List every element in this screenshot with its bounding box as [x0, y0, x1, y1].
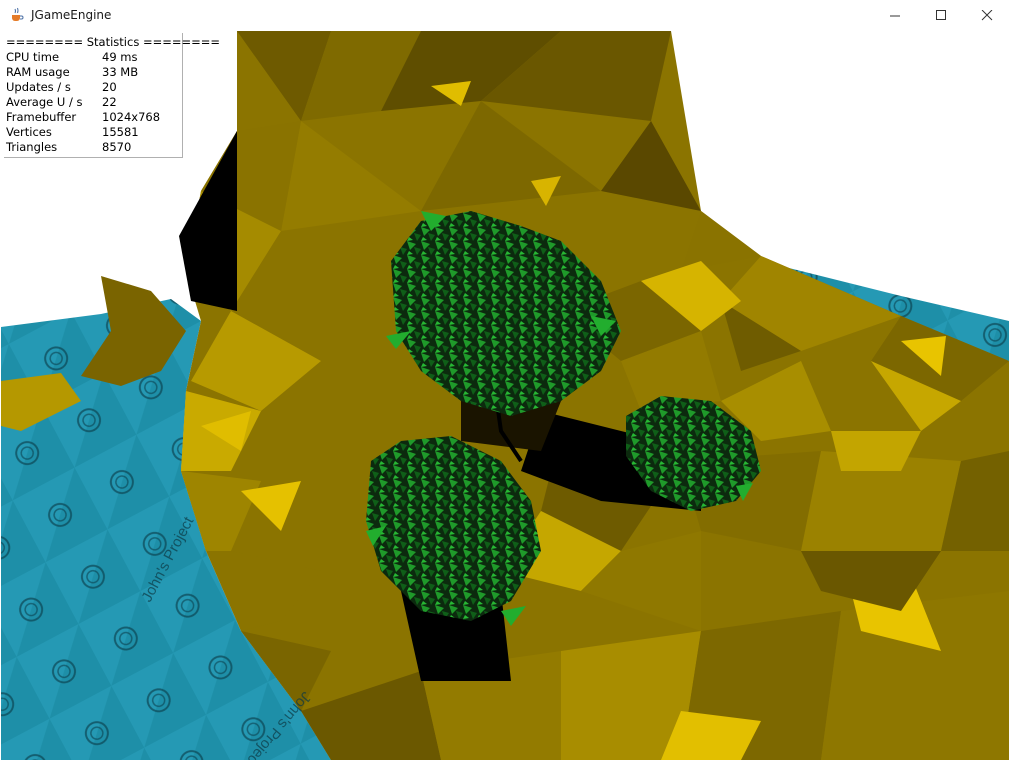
window-title: JGameEngine	[31, 8, 112, 22]
window-titlebar[interactable]: JGameEngine	[0, 0, 1010, 31]
close-icon	[981, 10, 993, 21]
stat-label: Vertices	[6, 125, 52, 139]
minimize-icon	[890, 15, 900, 17]
stat-row-cpu-time: CPU time 49 ms	[6, 50, 181, 65]
stat-value: 15581	[102, 125, 139, 139]
stat-label: CPU time	[6, 50, 60, 64]
stat-value: 1024x768	[102, 110, 161, 124]
stat-row-vertices: Vertices 15581	[6, 125, 181, 140]
stat-label: Updates / s	[6, 80, 71, 94]
minimize-button[interactable]	[872, 0, 918, 31]
stat-label: Framebuffer	[6, 110, 77, 124]
stat-value: 33 MB	[102, 65, 139, 79]
stat-row-updates: Updates / s 20	[6, 80, 181, 95]
stat-value: 49 ms	[102, 50, 138, 64]
stat-row-average-updates: Average U / s 22	[6, 95, 181, 110]
stat-row-triangles: Triangles 8570	[6, 140, 181, 155]
stat-value: 8570	[102, 140, 132, 154]
java-cup-icon	[9, 7, 25, 23]
stat-row-framebuffer: Framebuffer 1024x768	[6, 110, 181, 125]
stat-value: 22	[102, 95, 117, 109]
statistics-panel: ======== Statistics ======== CPU time 49…	[4, 33, 220, 158]
stat-row-ram-usage: RAM usage 33 MB	[6, 65, 181, 80]
stat-label: RAM usage	[6, 65, 70, 79]
stat-label: Average U / s	[6, 95, 83, 109]
maximize-icon	[936, 10, 946, 20]
statistics-header: ======== Statistics ========	[6, 35, 221, 49]
stat-value: 20	[102, 80, 117, 94]
maximize-button[interactable]	[918, 0, 964, 31]
close-button[interactable]	[964, 0, 1010, 31]
stat-label: Triangles	[6, 140, 58, 154]
